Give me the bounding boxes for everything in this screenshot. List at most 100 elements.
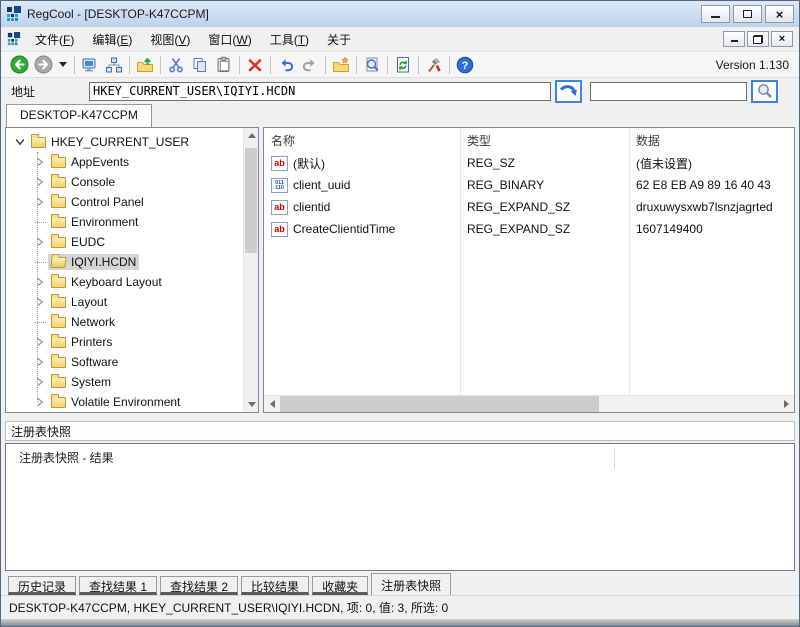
maximize-icon [743, 10, 752, 18]
horizontal-splitter[interactable] [1, 413, 799, 421]
menu-item-f[interactable]: 文件(F) [26, 28, 83, 51]
delete-icon [246, 56, 264, 74]
tree-item-printers[interactable]: Printers [6, 332, 242, 352]
tree-item-software[interactable]: Software [6, 352, 242, 372]
bottom-tab-1[interactable]: 查找结果 1 [79, 576, 157, 595]
scroll-right-button[interactable] [778, 396, 794, 413]
find-button[interactable] [360, 54, 384, 76]
mdi-restore-button[interactable] [747, 31, 769, 47]
chevron-collapsed-icon[interactable] [32, 197, 48, 207]
undo-button[interactable] [274, 54, 298, 76]
mdi-minimize-button[interactable] [723, 31, 745, 47]
tree-item-system[interactable]: System [6, 372, 242, 392]
value-row-item[interactable]: ab(默认)REG_SZ(值未设置) [264, 152, 794, 174]
network-button[interactable] [102, 54, 126, 76]
mdi-close-button[interactable]: × [771, 31, 793, 47]
chevron-collapsed-icon[interactable] [32, 337, 48, 347]
menu-item-e[interactable]: 编辑(E) [83, 28, 141, 51]
close-button[interactable]: × [765, 5, 794, 23]
history-dropdown-button[interactable] [55, 54, 71, 76]
chevron-collapsed-icon[interactable] [32, 177, 48, 187]
menu-item-item[interactable]: 关于 [318, 28, 360, 51]
snapshot-results-list: 注册表快照 - 结果 [5, 443, 795, 571]
bottom-tab-2[interactable]: 查找结果 2 [160, 576, 238, 595]
tree-item-label: EUDC [71, 235, 105, 249]
value-list-header: 名称 类型 数据 [264, 128, 794, 152]
column-separator[interactable] [629, 128, 630, 395]
redo-button[interactable] [298, 54, 322, 76]
tree-vertical-scrollbar[interactable] [243, 128, 258, 412]
search-button[interactable] [751, 80, 778, 103]
chevron-collapsed-icon[interactable] [32, 397, 48, 407]
scrollbar-thumb[interactable] [280, 396, 599, 413]
scrollbar-thumb[interactable] [245, 148, 257, 253]
menu-item-t[interactable]: 工具(T) [261, 28, 318, 51]
computer-button[interactable] [78, 54, 102, 76]
chevron-collapsed-icon[interactable] [32, 357, 48, 367]
menu-bar: 文件(F)编辑(E)视图(V)窗口(W)工具(T)关于 × [1, 27, 799, 51]
tree-item-iqiyi-hcdn[interactable]: IQIYI.HCDN [6, 252, 242, 272]
scroll-left-button[interactable] [264, 396, 280, 413]
value-row-clientid[interactable]: abclientidREG_EXPAND_SZdruxuwysxwb7lsnzj… [264, 196, 794, 218]
quick-search-input[interactable] [590, 82, 747, 101]
tree-item-control-panel[interactable]: Control Panel [6, 192, 242, 212]
tree-item-eudc[interactable]: EUDC [6, 232, 242, 252]
tree-item-network[interactable]: Network [6, 312, 242, 332]
tree-item-label: IQIYI.HCDN [71, 255, 136, 269]
paste-button[interactable] [212, 54, 236, 76]
chevron-collapsed-icon[interactable] [32, 237, 48, 247]
column-header-name[interactable]: 名称 [264, 132, 460, 149]
bottom-tab-item[interactable]: 比较结果 [241, 576, 309, 595]
new-favorites-folder-button[interactable] [329, 54, 353, 76]
bottom-tab-item[interactable]: 收藏夹 [312, 576, 368, 595]
chevron-down-icon [59, 62, 67, 67]
menu-item-w[interactable]: 窗口(W) [199, 28, 260, 51]
folder-up-button[interactable] [133, 54, 157, 76]
tree-item-volatile-environment[interactable]: Volatile Environment [6, 392, 242, 412]
chevron-collapsed-icon[interactable] [32, 377, 48, 387]
column-separator[interactable] [460, 128, 461, 395]
value-row-client-uuid[interactable]: 011110client_uuidREG_BINARY62 E8 EB A9 8… [264, 174, 794, 196]
forward-icon [34, 55, 53, 74]
tree-item-environment[interactable]: Environment [6, 212, 242, 232]
value-data: 1607149400 [629, 222, 794, 236]
go-button[interactable] [555, 80, 582, 103]
minimize-button[interactable] [701, 5, 730, 23]
back-button[interactable] [7, 54, 31, 76]
value-row-createclientidtime[interactable]: abCreateClientidTimeREG_EXPAND_SZ1607149… [264, 218, 794, 240]
tree-item-console[interactable]: Console [6, 172, 242, 192]
chevron-collapsed-icon[interactable] [32, 297, 48, 307]
reg-sz-icon: ab [271, 200, 288, 215]
help-button[interactable]: ? [453, 54, 477, 76]
refresh-button[interactable] [391, 54, 415, 76]
tree-item-keyboard-layout[interactable]: Keyboard Layout [6, 272, 242, 292]
tree-item-layout[interactable]: Layout [6, 292, 242, 312]
tree-item-label: Volatile Environment [71, 395, 180, 409]
scroll-down-button[interactable] [244, 397, 259, 412]
scroll-up-button[interactable] [244, 128, 259, 143]
tree-item-appevents[interactable]: AppEvents [6, 152, 242, 172]
chevron-collapsed-icon[interactable] [32, 157, 48, 167]
redo-icon [301, 56, 319, 74]
copy-button[interactable] [188, 54, 212, 76]
address-input[interactable] [89, 82, 551, 101]
tree-connector [32, 222, 48, 223]
bottom-tab-item[interactable]: 历史记录 [8, 576, 76, 595]
menu-item-v[interactable]: 视图(V) [141, 28, 199, 51]
maximize-button[interactable] [733, 5, 762, 23]
tree-item-hkey-current-user[interactable]: HKEY_CURRENT_USER [6, 132, 242, 152]
delete-button[interactable] [243, 54, 267, 76]
forward-button[interactable] [31, 54, 55, 76]
chevron-expanded-icon[interactable] [12, 138, 28, 146]
bottom-tab-item[interactable]: 注册表快照 [371, 573, 451, 595]
folder-icon [51, 337, 66, 348]
tools-button[interactable] [422, 54, 446, 76]
tab-desktop-k47ccpm[interactable]: DESKTOP-K47CCPM [6, 104, 152, 127]
snapshot-results-column-header[interactable]: 注册表快照 - 结果 [6, 444, 794, 470]
column-header-data[interactable]: 数据 [629, 132, 794, 149]
chevron-collapsed-icon[interactable] [32, 277, 48, 287]
cut-button[interactable] [164, 54, 188, 76]
scrollbar-track[interactable] [280, 396, 778, 413]
list-horizontal-scrollbar[interactable] [264, 395, 794, 412]
column-header-type[interactable]: 类型 [460, 132, 629, 149]
